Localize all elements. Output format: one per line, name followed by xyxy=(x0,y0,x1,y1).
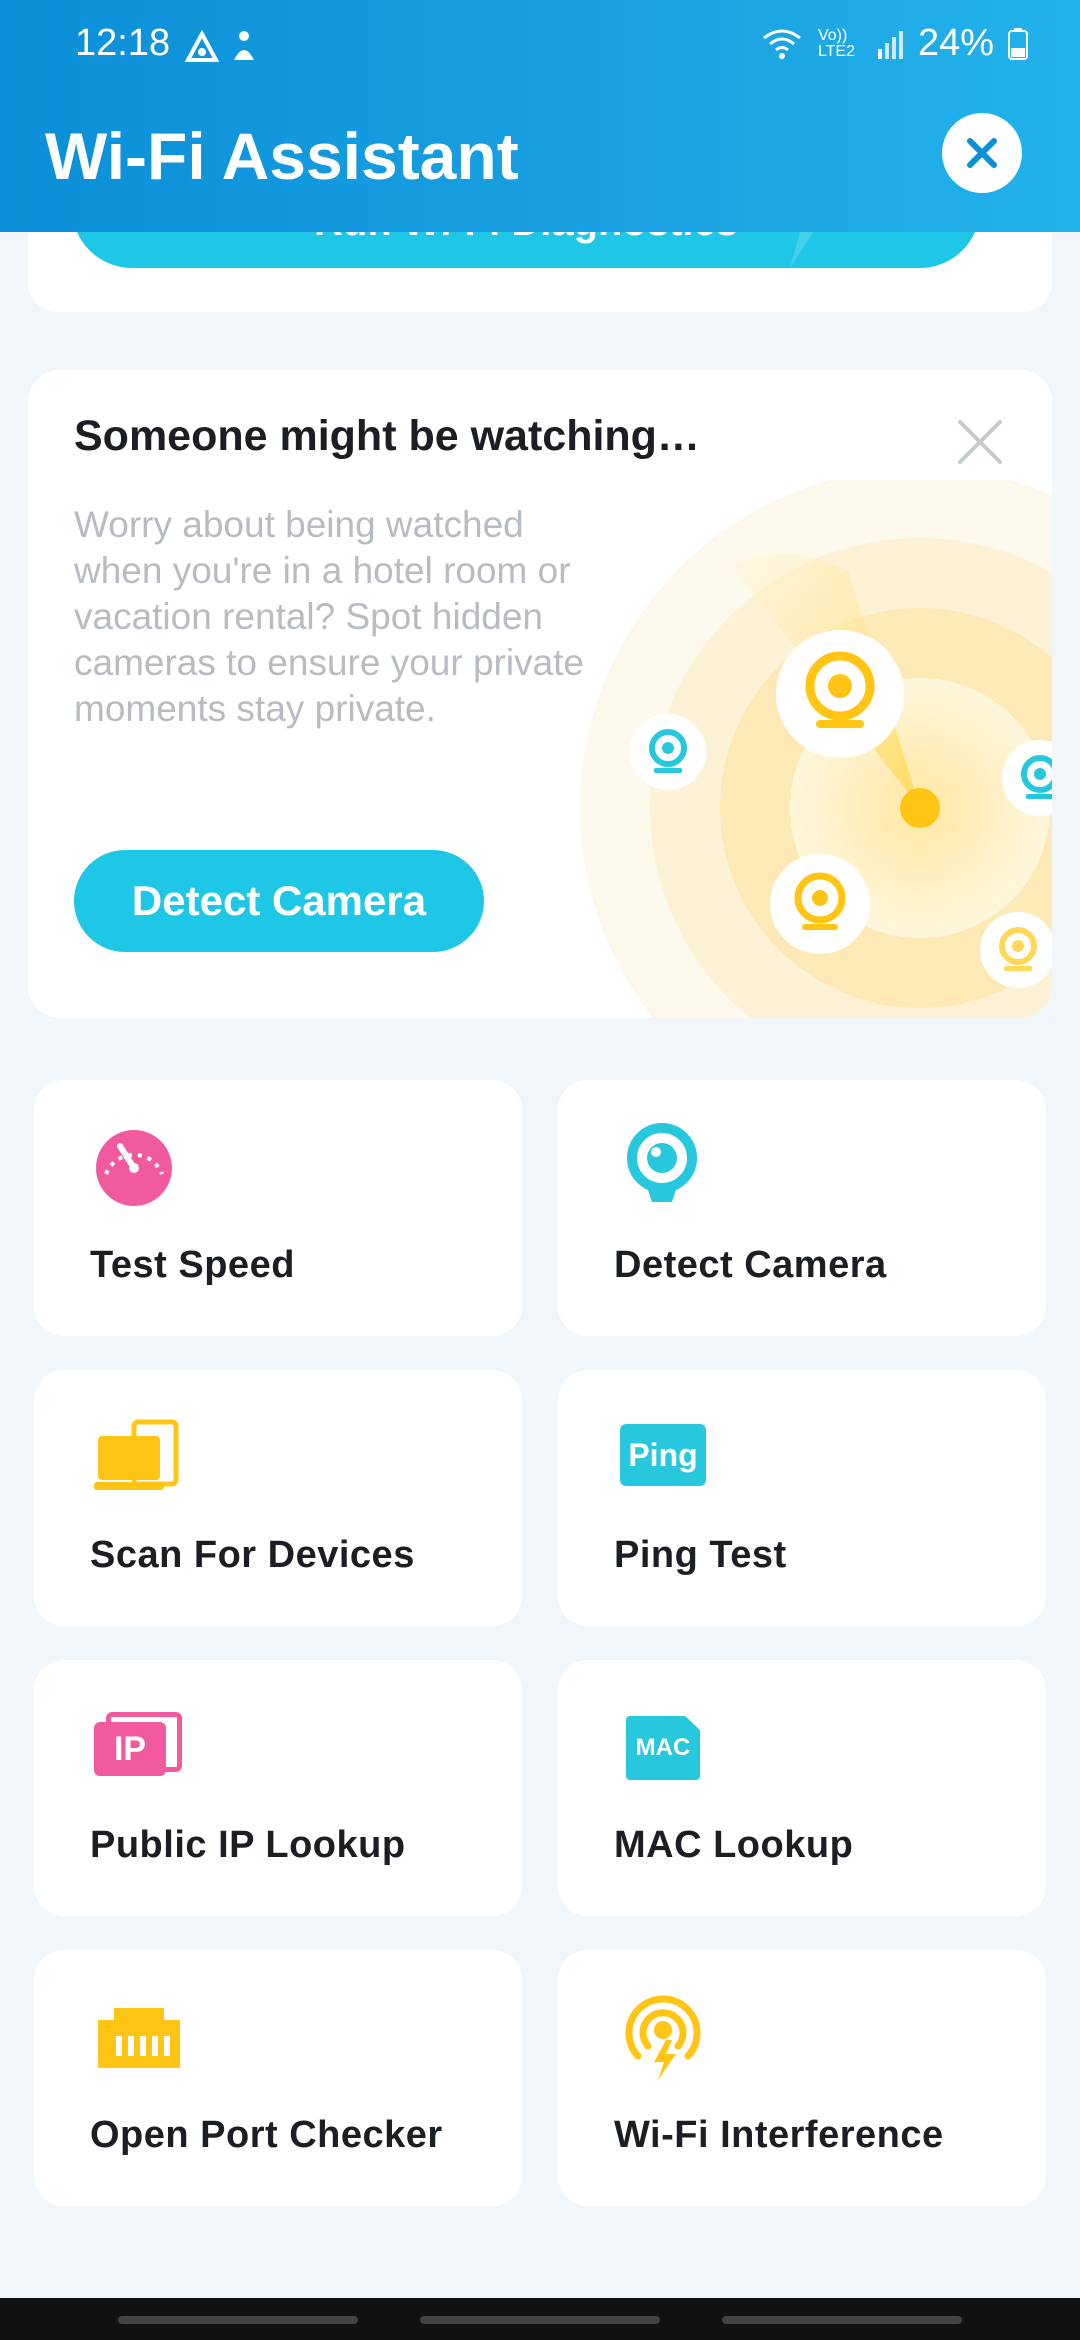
close-button[interactable] xyxy=(942,113,1022,193)
tool-scan-for-devices[interactable]: Scan For Devices xyxy=(34,1370,522,1626)
camera-marker xyxy=(770,854,870,954)
battery-icon xyxy=(1008,27,1028,60)
tool-label: Scan For Devices xyxy=(90,1534,415,1576)
tool-label: Detect Camera xyxy=(614,1244,887,1286)
app-header: 12:18 Vo)) LTE2 24% Wi-Fi Assistant xyxy=(0,0,1080,232)
tool-mac-lookup[interactable]: MAC MAC Lookup xyxy=(558,1660,1046,1916)
nav-handle[interactable] xyxy=(420,2316,660,2324)
tool-label: Open Port Checker xyxy=(90,2114,443,2156)
nav-handle[interactable] xyxy=(118,2316,358,2324)
camera-icon xyxy=(627,1123,697,1202)
camera-marker-large xyxy=(776,630,904,758)
tool-label: Test Speed xyxy=(90,1244,295,1286)
network-type: Vo)) LTE2 xyxy=(817,26,855,60)
close-icon xyxy=(967,138,997,168)
tool-ping-test[interactable]: Ping Ping Test xyxy=(558,1370,1046,1626)
devices-icon xyxy=(94,1419,179,1490)
port-icon xyxy=(98,2008,180,2068)
detect-camera-promo-button[interactable]: Detect Camera xyxy=(74,850,484,952)
dismiss-promo-icon[interactable] xyxy=(952,414,1008,470)
tool-detect-camera[interactable]: Detect Camera xyxy=(558,1080,1046,1336)
ping-icon: Ping xyxy=(620,1424,706,1486)
speedometer-icon xyxy=(96,1130,172,1206)
camera-promo-card: Someone might be watching… Worry about b… xyxy=(28,370,1052,1018)
status-notification-icons xyxy=(182,28,272,69)
tool-public-ip-lookup[interactable]: IP Public IP Lookup xyxy=(34,1660,522,1916)
tool-label: MAC Lookup xyxy=(614,1824,854,1866)
nav-handle[interactable] xyxy=(722,2316,962,2324)
status-right: Vo)) LTE2 24% xyxy=(760,22,1028,65)
tool-test-speed[interactable]: Test Speed xyxy=(34,1080,522,1336)
tool-label: Ping Test xyxy=(614,1534,787,1576)
mac-icon: MAC xyxy=(626,1716,700,1780)
ip-icon: IP xyxy=(94,1712,184,1782)
camera-marker xyxy=(630,714,706,790)
promo-title: Someone might be watching… xyxy=(74,412,700,460)
status-bar: 12:18 Vo)) LTE2 24% xyxy=(0,0,1080,90)
tool-wifi-interference[interactable]: Wi-Fi Interference xyxy=(558,1950,1046,2206)
interference-icon xyxy=(625,1995,701,2080)
tool-label: Wi-Fi Interference xyxy=(614,2114,944,2156)
status-time: 12:18 xyxy=(75,22,171,64)
radar-illustration xyxy=(580,480,1052,1018)
promo-description: Worry about being watched when you're in… xyxy=(74,504,585,729)
battery-percent: 24% xyxy=(917,22,994,64)
page-title: Wi-Fi Assistant xyxy=(45,119,519,193)
tool-open-port-checker[interactable]: Open Port Checker xyxy=(34,1950,522,2206)
signal-icon xyxy=(877,30,903,59)
wifi-status-icon xyxy=(763,29,801,59)
tool-label: Public IP Lookup xyxy=(90,1824,406,1866)
system-navigation-bar xyxy=(0,2298,1080,2340)
